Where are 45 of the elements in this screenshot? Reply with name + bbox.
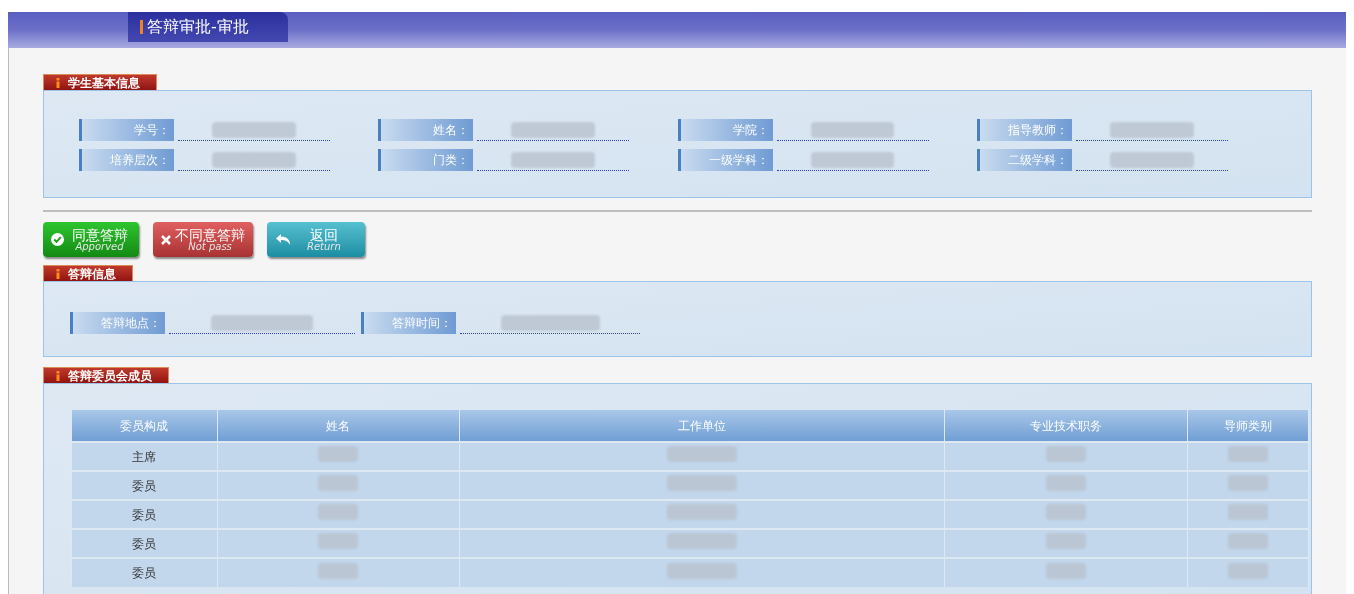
action-button[interactable]: 同意答辩 Apporved: [43, 222, 139, 257]
redacted-value: [318, 533, 359, 549]
field-label: 学号：: [79, 119, 174, 141]
field-label: 答辩地点：: [70, 312, 165, 334]
field-label: 学院：: [677, 119, 773, 141]
action-button[interactable]: 返回 Return: [267, 222, 365, 257]
field-label: 答辩时间：: [361, 312, 456, 334]
table-cell: 委员: [71, 558, 217, 587]
redacted-value: [1227, 504, 1268, 520]
info-icon: [56, 269, 60, 279]
field-label: 二级学科：: [976, 149, 1072, 171]
redacted-value: [318, 562, 359, 579]
redacted-value: [667, 504, 738, 520]
field-label: 姓名：: [378, 119, 474, 141]
redacted-value: [1045, 562, 1086, 579]
redacted-value: [318, 475, 359, 491]
redacted-value: [1045, 533, 1086, 549]
redacted-value: [667, 533, 738, 549]
redacted-value: [667, 562, 738, 579]
redacted-value: [667, 475, 738, 491]
redacted-value: [1045, 475, 1086, 491]
info-icon: [56, 78, 60, 88]
section-title: 答辩委员会成员: [68, 368, 152, 385]
check-circle-icon: [51, 233, 64, 246]
redacted-value: [1227, 562, 1268, 579]
redacted-value: [1227, 446, 1268, 462]
info-icon: [56, 371, 60, 381]
close-icon: [161, 234, 171, 245]
redacted-value: [667, 446, 738, 462]
section-title: 答辩信息: [68, 266, 116, 283]
page-title: 答辩审批-审批: [147, 16, 249, 38]
redacted-value: [1045, 504, 1086, 520]
title-marker-icon: [140, 20, 143, 34]
redacted-value: [318, 504, 359, 520]
field-label: 一级学科：: [677, 149, 773, 171]
section-title: 学生基本信息: [68, 75, 140, 92]
redacted-value: [1227, 533, 1268, 549]
redacted-value: [1045, 446, 1086, 462]
redacted-value: [318, 446, 359, 462]
field-label: 门类：: [378, 149, 474, 171]
redacted-value: [1227, 475, 1268, 491]
field-label: 培养层次：: [79, 149, 174, 171]
action-button[interactable]: 不同意答辩 Not pass: [153, 222, 253, 257]
back-arrow-icon: [275, 232, 291, 247]
field-label: 指导教师：: [976, 119, 1072, 141]
